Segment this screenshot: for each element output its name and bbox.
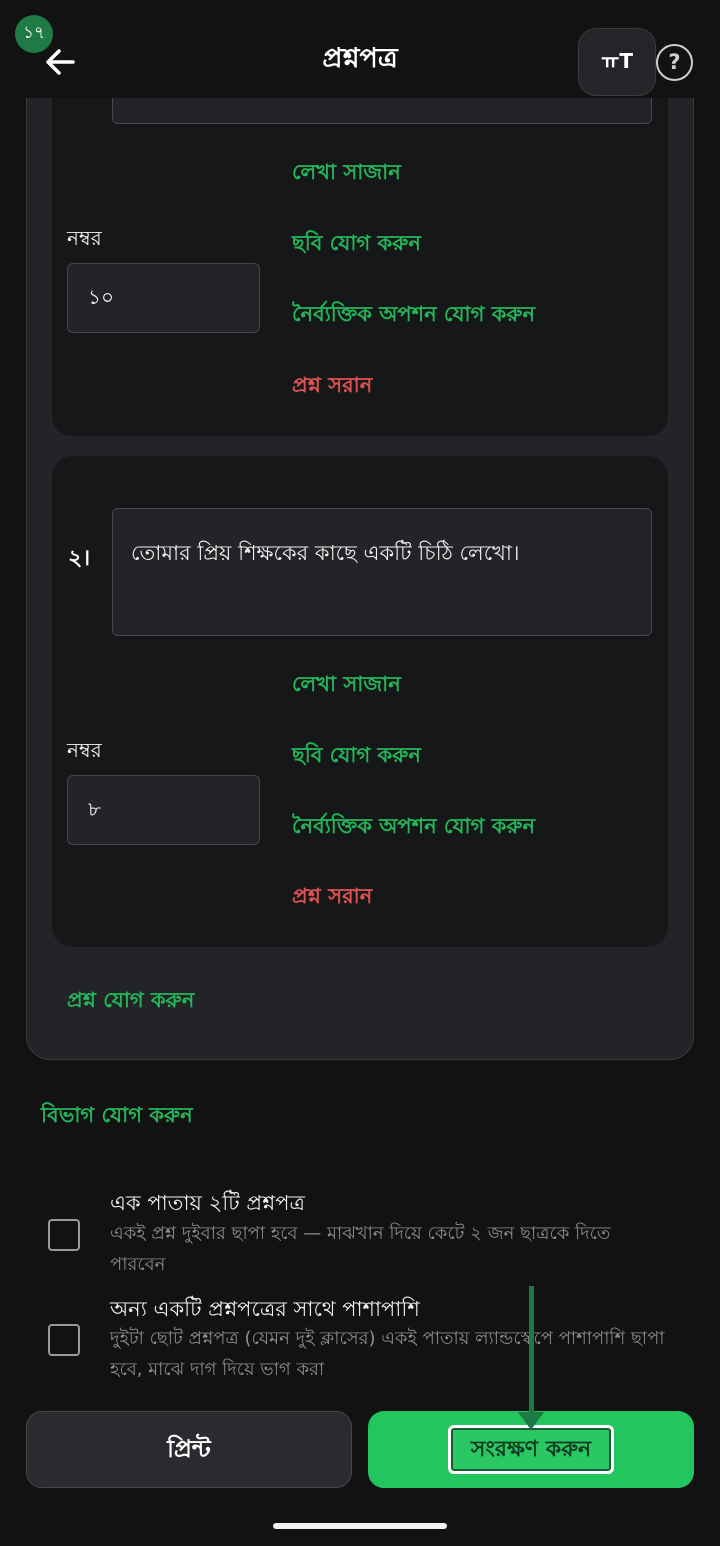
- add-image-link-2[interactable]: ছবি যোগ করুন: [292, 739, 421, 774]
- add-image-link-1[interactable]: ছবি যোগ করুন: [292, 227, 421, 262]
- annotation-arrow-head: [518, 1412, 544, 1430]
- question-2-index: ২।: [68, 546, 91, 571]
- marks-input-2[interactable]: ৮: [67, 775, 260, 845]
- two-per-page-title: এক পাতায় ২টি প্রশ্নপত্র: [110, 1191, 305, 1215]
- print-button[interactable]: প্রিন্ট: [26, 1411, 352, 1488]
- remove-question-link-2[interactable]: প্রশ্ন সরান: [292, 880, 372, 915]
- remove-question-link-1[interactable]: প্রশ্ন সরান: [292, 369, 372, 404]
- help-icon[interactable]: ?: [656, 44, 693, 81]
- save-button-label[interactable]: সংরক্ষণ করুন: [448, 1425, 614, 1474]
- add-mcq-link-1[interactable]: নৈর্ব্যক্তিক অপশন যোগ করুন: [292, 298, 535, 333]
- text-size-button[interactable]: ㅠT: [578, 28, 656, 96]
- question-2-text-field[interactable]: তোমার প্রিয় শিক্ষকের কাছে একটি চিঠি লেখ…: [112, 508, 652, 636]
- marks-label-2: নম্বর: [67, 738, 102, 762]
- marks-input-1[interactable]: ১০: [67, 263, 260, 333]
- marks-label-1: নম্বর: [67, 226, 102, 250]
- page-title: প্রশ্নপত্র: [322, 43, 398, 74]
- add-question-link[interactable]: প্রশ্ন যোগ করুন: [67, 984, 194, 1019]
- add-section-link[interactable]: বিভাগ যোগ করুন: [41, 1099, 193, 1134]
- home-indicator[interactable]: [273, 1523, 447, 1529]
- annotation-arrow-line: [529, 1286, 534, 1414]
- side-by-side-description: দুইটা ছোট প্রশ্নপত্র (যেমন দুই ক্লাসের) …: [110, 1328, 665, 1380]
- add-mcq-link-2[interactable]: নৈর্ব্যক্তিক অপশন যোগ করুন: [292, 810, 535, 845]
- side-by-side-checkbox[interactable]: [48, 1324, 80, 1356]
- two-per-page-description: একই প্রশ্ন দুইবার ছাপা হবে — মাঝখান দিয়…: [110, 1223, 611, 1275]
- format-text-link-1[interactable]: লেখা সাজান: [292, 156, 401, 191]
- two-per-page-checkbox[interactable]: [48, 1219, 80, 1251]
- format-text-link-2[interactable]: লেখা সাজান: [292, 668, 401, 703]
- back-arrow-icon[interactable]: [40, 42, 82, 82]
